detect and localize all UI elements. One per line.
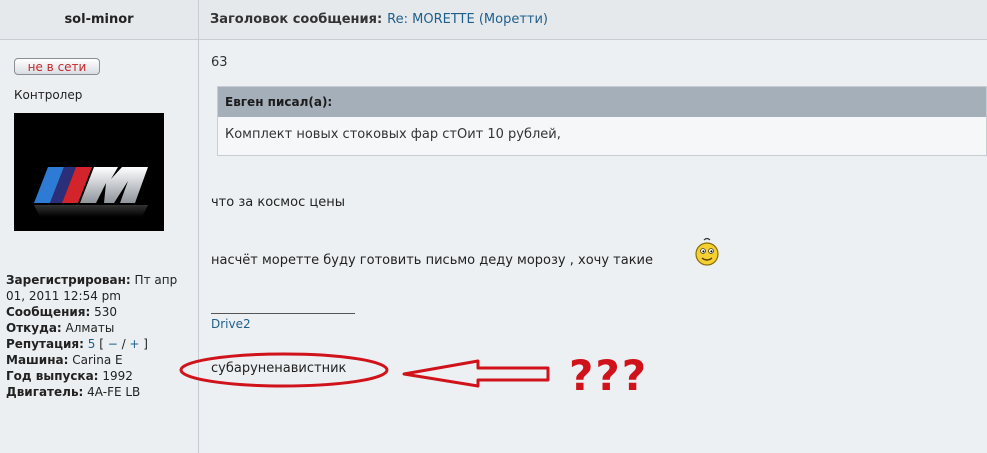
bmw-m-logo-icon [34,167,148,217]
author-username[interactable]: sol-minor [64,12,133,27]
engine-label: Двигатель: [6,385,84,399]
from-value: Алматы [65,321,115,335]
user-details: Зарегистрирован: Пт апр 01, 2011 12:54 p… [6,273,178,399]
smiley-icon [695,237,719,266]
quote-author: Евген писал(а): [218,87,986,117]
posts-label: Сообщения: [6,305,91,319]
post-subject-header: Заголовок сообщения: Re: MORETTE (Моретт… [199,0,987,40]
user-rank: Контролер [14,88,83,102]
subject-label: Заголовок сообщения: [210,12,383,27]
signature-text: субаруненавистник [211,361,347,376]
author-header: sol-minor [0,0,199,40]
forum-post: sol-minor Заголовок сообщения: Re: MORET… [0,0,987,453]
signature-divider [211,313,355,314]
post-number: 63 [211,55,228,70]
avatar [14,113,164,231]
post-text-line-2: насчёт моретте буду готовить письмо деду… [211,253,654,268]
quote-text: Комплект новых стоковых фар стОит 10 руб… [225,127,561,142]
registered-label: Зарегистрирован: [6,273,131,287]
car-value: Carina E [72,353,123,367]
reputation-plus-button[interactable]: + [129,337,139,351]
year-value: 1992 [102,369,133,383]
engine-value: 4A-FE LB [87,385,141,399]
question-marks: ??? [569,351,649,400]
year-label: Год выпуска: [6,369,99,383]
posts-value: 530 [94,305,118,319]
quote-block: Евген писал(а): Комплект новых стоковых … [217,86,987,156]
reputation-label: Репутация: [6,337,84,351]
offline-status-button[interactable]: не в сети [14,58,100,75]
reputation-minus-button[interactable]: − [108,337,118,351]
car-label: Машина: [6,353,69,367]
from-label: Откуда: [6,321,62,335]
post-text-line-1: что за космос цены [211,195,345,210]
signature-link[interactable]: Drive2 [211,317,251,331]
author-profile: не в сети Контролер Зарегистрирован: Пт … [0,40,199,453]
subject-link[interactable]: Re: MORETTE (Моретти) [387,12,548,27]
reputation-value[interactable]: 5 [88,337,96,351]
